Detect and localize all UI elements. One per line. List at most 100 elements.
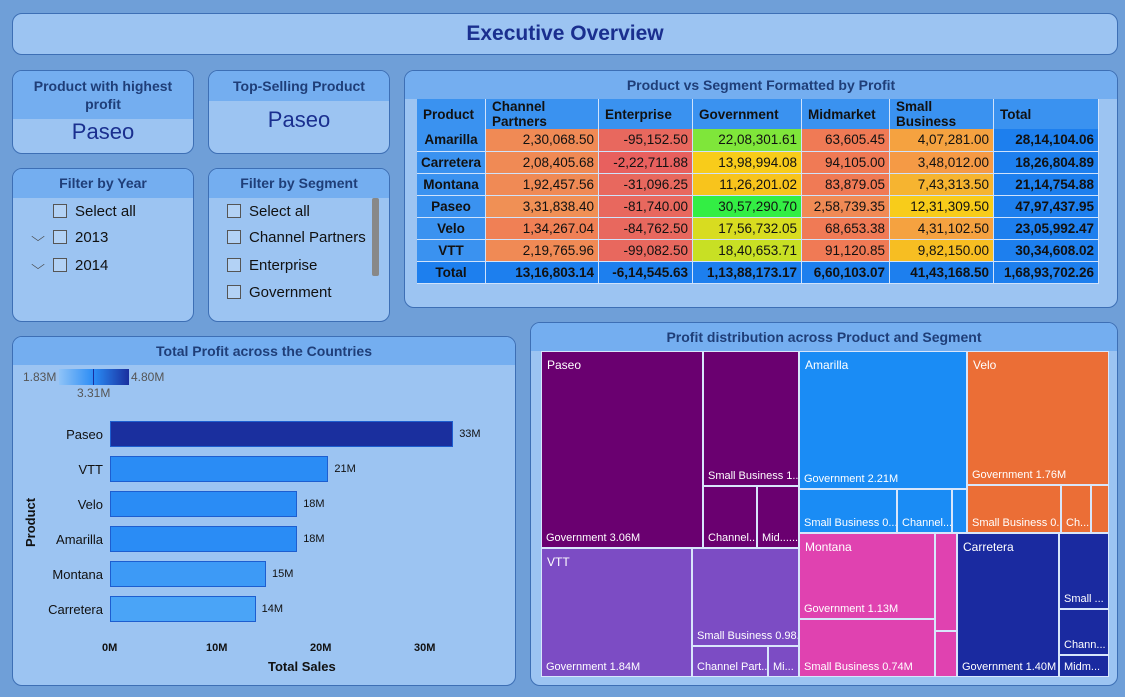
tile-montana-government[interactable]: Montana Government 1.13M bbox=[799, 533, 935, 619]
matrix-cell[interactable]: 7,43,313.50 bbox=[889, 173, 995, 196]
matrix-row[interactable]: Velo 1,34,267.04 -84,762.50 17,56,732.05 68,… bbox=[417, 217, 1100, 240]
column-header[interactable]: Enterprise bbox=[598, 99, 694, 129]
column-total-cell[interactable]: 41,43,168.50 bbox=[889, 261, 995, 284]
column-header[interactable]: Total bbox=[993, 99, 1100, 129]
tile-carretera-small-business[interactable]: Small ... bbox=[1059, 533, 1109, 609]
column-header[interactable]: Product bbox=[417, 99, 487, 129]
matrix-cell[interactable]: -84,762.50 bbox=[598, 217, 694, 240]
column-header[interactable]: Small Business bbox=[889, 99, 995, 129]
matrix-row[interactable]: Amarilla 2,30,068.50 -95,152.50 22,08,301.6… bbox=[417, 129, 1100, 152]
matrix-cell[interactable]: 17,56,732.05 bbox=[692, 217, 803, 240]
bar[interactable] bbox=[110, 526, 298, 552]
matrix-cell[interactable]: -31,096.25 bbox=[598, 173, 694, 196]
matrix-cell[interactable]: 3,31,838.40 bbox=[485, 195, 600, 218]
tile-amarilla-government[interactable]: Amarilla Government 2.21M bbox=[799, 351, 967, 489]
row-total-cell[interactable]: 18,26,804.89 bbox=[993, 151, 1100, 174]
matrix-cell[interactable]: 68,653.38 bbox=[801, 217, 891, 240]
checkbox[interactable] bbox=[227, 230, 241, 244]
tile-carretera-channel[interactable]: Chann... bbox=[1059, 609, 1109, 655]
segment-option-channel-partners[interactable]: Channel Partners bbox=[227, 227, 366, 247]
select-all-option[interactable]: Select all bbox=[227, 201, 310, 221]
matrix-cell[interactable]: -99,082.50 bbox=[598, 239, 694, 262]
checkbox[interactable] bbox=[53, 258, 67, 272]
row-total-cell[interactable]: 47,97,437.95 bbox=[993, 195, 1100, 218]
matrix-cell[interactable]: 4,07,281.00 bbox=[889, 129, 995, 152]
matrix-cell[interactable]: 83,879.05 bbox=[801, 173, 891, 196]
matrix-cell[interactable]: 18,40,653.71 bbox=[692, 239, 803, 262]
column-total-cell[interactable]: -6,14,545.63 bbox=[598, 261, 694, 284]
tile-velo-channel[interactable]: Ch... bbox=[1061, 485, 1091, 533]
column-total-cell[interactable]: 13,16,803.14 bbox=[485, 261, 600, 284]
tile-amarilla-midmarket[interactable] bbox=[952, 489, 967, 533]
matrix-row[interactable]: Montana 1,92,457.56 -31,096.25 11,26,201.02… bbox=[417, 173, 1100, 196]
matrix-cell[interactable]: -2,22,711.88 bbox=[598, 151, 694, 174]
row-header[interactable]: Carretera bbox=[417, 151, 487, 174]
select-all-option[interactable]: Select all bbox=[53, 201, 136, 221]
checkbox[interactable] bbox=[53, 230, 67, 244]
scrollbar[interactable] bbox=[372, 198, 379, 276]
tile-carretera-midmarket[interactable]: Midm... bbox=[1059, 655, 1109, 677]
matrix-cell[interactable]: 12,31,309.50 bbox=[889, 195, 995, 218]
column-header[interactable]: Government bbox=[692, 99, 803, 129]
tile-vtt-small-business[interactable]: Small Business 0.98... bbox=[692, 548, 799, 646]
tile-paseo-midmarket[interactable]: Mid...... bbox=[757, 486, 799, 548]
matrix-cell[interactable]: 9,82,150.00 bbox=[889, 239, 995, 262]
tile-montana-midmarket[interactable] bbox=[935, 631, 957, 677]
column-total-cell[interactable]: 6,60,103.07 bbox=[801, 261, 891, 284]
matrix-cell[interactable]: 3,48,012.00 bbox=[889, 151, 995, 174]
chevron-down-icon[interactable]: ⌵ bbox=[28, 229, 48, 245]
tile-velo-midmarket[interactable] bbox=[1091, 485, 1109, 533]
segment-option-enterprise[interactable]: Enterprise bbox=[227, 255, 317, 275]
checkbox[interactable] bbox=[227, 285, 241, 299]
matrix-cell[interactable]: 1,34,267.04 bbox=[485, 217, 600, 240]
matrix-cell[interactable]: 63,605.45 bbox=[801, 129, 891, 152]
tile-amarilla-small-business[interactable]: Small Business 0.... bbox=[799, 489, 897, 533]
bar[interactable] bbox=[110, 456, 329, 482]
tile-vtt-channel[interactable]: Channel Part... bbox=[692, 646, 768, 677]
matrix-cell[interactable]: -95,152.50 bbox=[598, 129, 694, 152]
column-total-cell[interactable]: 1,13,88,173.17 bbox=[692, 261, 803, 284]
bar[interactable] bbox=[110, 596, 256, 622]
tile-montana-channel[interactable] bbox=[935, 533, 957, 631]
row-header[interactable]: Paseo bbox=[417, 195, 487, 218]
tile-paseo-small-business[interactable]: Small Business 1.... bbox=[703, 351, 799, 486]
matrix-cell[interactable]: -81,740.00 bbox=[598, 195, 694, 218]
tile-vtt-government[interactable]: VTT Government 1.84M bbox=[541, 548, 692, 677]
matrix-cell[interactable]: 2,19,765.96 bbox=[485, 239, 600, 262]
checkbox[interactable] bbox=[227, 204, 241, 218]
matrix-cell[interactable]: 4,31,102.50 bbox=[889, 217, 995, 240]
matrix-row[interactable]: Carretera 2,08,405.68 -2,22,711.88 13,98,99… bbox=[417, 151, 1100, 174]
year-option-2013[interactable]: ⌵ 2013 bbox=[31, 227, 108, 247]
column-header[interactable]: Channel Partners bbox=[485, 99, 600, 129]
matrix-cell[interactable]: 11,26,201.02 bbox=[692, 173, 803, 196]
matrix-cell[interactable]: 13,98,994.08 bbox=[692, 151, 803, 174]
matrix-cell[interactable]: 91,120.85 bbox=[801, 239, 891, 262]
tile-paseo-channel[interactable]: Channel... bbox=[703, 486, 757, 548]
matrix-cell[interactable]: 30,57,290.70 bbox=[692, 195, 803, 218]
tile-velo-government[interactable]: Velo Government 1.76M bbox=[967, 351, 1109, 485]
row-total-cell[interactable]: 30,34,608.02 bbox=[993, 239, 1100, 262]
bar[interactable] bbox=[110, 561, 266, 587]
bar[interactable] bbox=[110, 491, 298, 517]
tile-paseo-government[interactable]: Paseo Government 3.06M bbox=[541, 351, 703, 548]
checkbox[interactable] bbox=[227, 258, 241, 272]
chevron-down-icon[interactable]: ⌵ bbox=[28, 257, 48, 273]
matrix-cell[interactable]: 1,92,457.56 bbox=[485, 173, 600, 196]
row-header[interactable]: Amarilla bbox=[417, 129, 487, 152]
tile-amarilla-channel[interactable]: Channel... bbox=[897, 489, 952, 533]
grand-total-cell[interactable]: 1,68,93,702.26 bbox=[993, 261, 1100, 284]
year-option-2014[interactable]: ⌵ 2014 bbox=[31, 255, 108, 275]
column-header[interactable]: Midmarket bbox=[801, 99, 891, 129]
row-header[interactable]: Montana bbox=[417, 173, 487, 196]
tile-vtt-midmarket[interactable]: Mi... bbox=[768, 646, 799, 677]
tile-velo-small-business[interactable]: Small Business 0.... bbox=[967, 485, 1061, 533]
row-header[interactable]: VTT bbox=[417, 239, 487, 262]
row-total-cell[interactable]: 23,05,992.47 bbox=[993, 217, 1100, 240]
matrix-total-row[interactable]: Total 13,16,803.14 -6,14,545.63 1,13,88,173… bbox=[417, 261, 1100, 284]
row-header[interactable]: Velo bbox=[417, 217, 487, 240]
matrix-cell[interactable]: 2,08,405.68 bbox=[485, 151, 600, 174]
checkbox[interactable] bbox=[53, 204, 67, 218]
tile-carretera-government[interactable]: Carretera Government 1.40M bbox=[957, 533, 1059, 677]
row-total-cell[interactable]: 28,14,104.06 bbox=[993, 129, 1100, 152]
segment-option-government[interactable]: Government bbox=[227, 282, 332, 302]
